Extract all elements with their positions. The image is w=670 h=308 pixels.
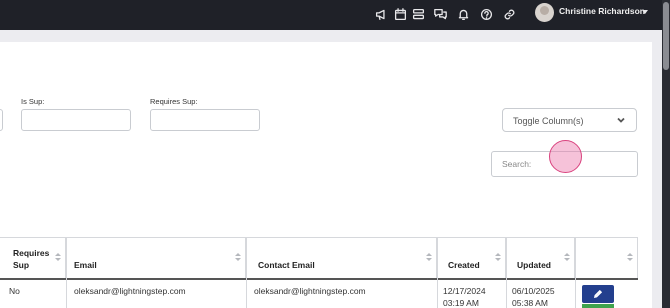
column-header-label: Contact Email <box>258 260 315 270</box>
column-header-email[interactable]: Email <box>66 237 246 279</box>
requires-sup-select[interactable] <box>150 109 260 131</box>
cell-updated: 06/10/2025 05:38 AM <box>512 285 555 308</box>
top-navigation-bar: Christine Richardson <box>0 0 662 30</box>
column-header-created[interactable]: Created <box>437 237 506 279</box>
cell-email: oleksandr@lightningstep.com <box>74 286 186 296</box>
search-input[interactable] <box>491 151 638 177</box>
sort-icon <box>564 253 570 262</box>
link-icon[interactable] <box>501 6 517 22</box>
action-button[interactable] <box>582 304 614 308</box>
scrollbar[interactable] <box>662 0 670 308</box>
cell-requires-sup: No <box>9 286 20 296</box>
requires-sup-label: Requires Sup: <box>150 97 198 106</box>
user-name[interactable]: Christine Richardson <box>559 6 645 16</box>
column-header-updated[interactable]: Updated <box>506 237 575 279</box>
sort-icon <box>495 253 501 262</box>
created-date: 12/17/2024 <box>443 286 486 296</box>
column-header-requires-sup[interactable]: Requires Sup <box>5 237 66 279</box>
header-divider <box>0 278 638 280</box>
help-icon[interactable] <box>478 6 494 22</box>
column-header-contact-email[interactable]: Contact Email <box>246 237 437 279</box>
column-header-actions[interactable] <box>575 237 638 279</box>
sort-icon <box>235 253 241 262</box>
is-sup-select[interactable] <box>21 109 131 131</box>
pencil-icon <box>594 290 602 298</box>
column-divider <box>66 237 67 308</box>
chevron-down-icon[interactable] <box>642 10 648 14</box>
sort-icon <box>627 253 633 262</box>
created-time: 03:19 AM <box>443 298 479 308</box>
avatar[interactable] <box>535 3 554 22</box>
header-line-1: Requires <box>13 248 50 258</box>
updated-time: 05:38 AM <box>512 298 548 308</box>
layers-icon[interactable] <box>410 6 426 22</box>
column-divider <box>246 237 247 308</box>
cell-contact-email: oleksandr@lightningstep.com <box>254 286 366 296</box>
header-line-2: Sup <box>13 260 30 270</box>
bell-icon[interactable] <box>455 6 471 22</box>
column-header-label: Requires Sup <box>13 247 49 271</box>
column-divider <box>506 237 507 308</box>
is-sup-label: Is Sup: <box>21 97 45 106</box>
column-header-label: Email <box>74 260 97 270</box>
previous-filter-input[interactable] <box>0 109 3 131</box>
chat-icon[interactable] <box>432 6 448 22</box>
column-header-label: Created <box>448 260 480 270</box>
toggle-columns-label: Toggle Column(s) <box>513 116 584 126</box>
column-divider <box>437 237 438 308</box>
edit-button[interactable] <box>582 285 614 303</box>
column-header-label: Updated <box>517 260 551 270</box>
scrollbar-thumb[interactable] <box>663 2 669 70</box>
chevron-down-icon <box>616 115 626 125</box>
updated-date: 06/10/2025 <box>512 286 555 296</box>
sort-icon <box>55 253 61 262</box>
column-divider <box>575 237 576 308</box>
sort-icon <box>426 253 432 262</box>
cell-created: 12/17/2024 03:19 AM <box>443 285 486 308</box>
megaphone-icon[interactable] <box>373 6 389 22</box>
calendar-icon[interactable] <box>392 6 408 22</box>
toggle-columns-button[interactable]: Toggle Column(s) <box>502 108 637 132</box>
